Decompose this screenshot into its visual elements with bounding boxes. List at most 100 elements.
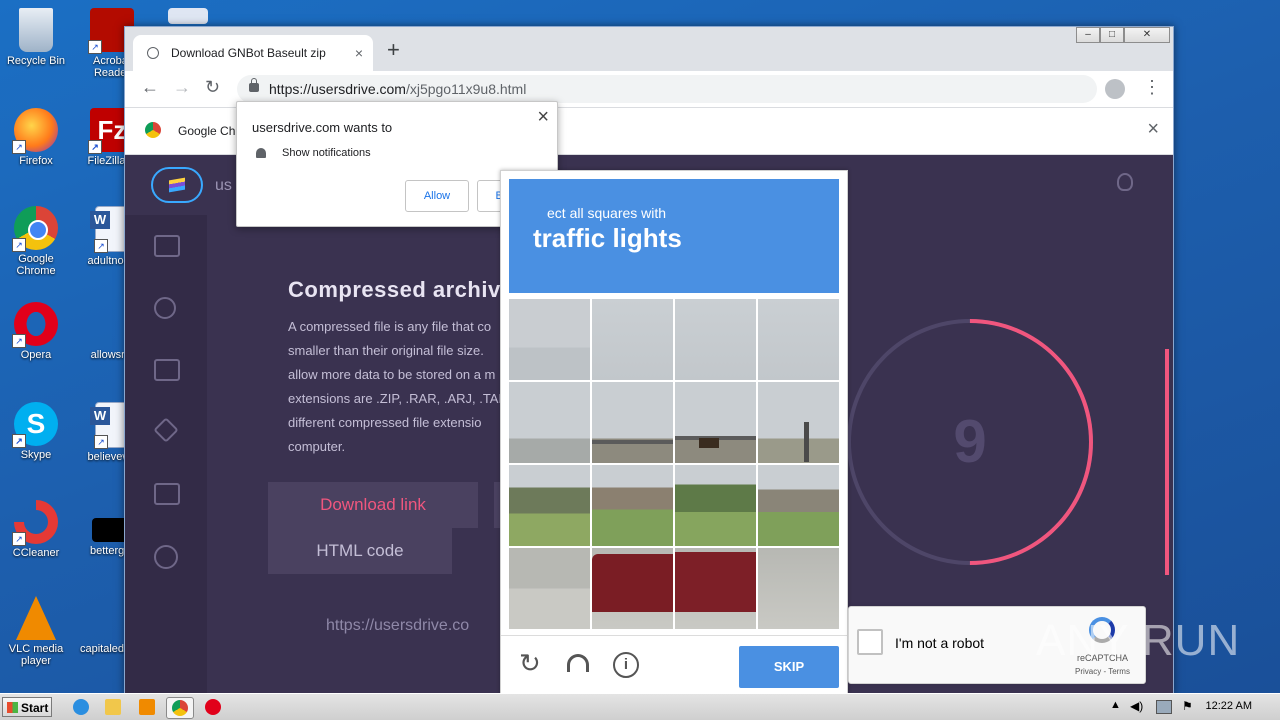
lightbulb-icon[interactable] [1117,173,1133,191]
captcha-tile[interactable] [509,382,590,463]
desktop-icon-label: Google Chrome [16,253,56,277]
captcha-target: traffic lights [533,223,682,253]
tab-active[interactable]: Download GNBot Baseult zip × [133,35,373,71]
network-icon[interactable] [1156,700,1172,714]
captcha-tile[interactable] [509,465,590,546]
info-icon[interactable] [154,545,178,569]
address-bar[interactable]: https://usersdrive.com/xj5pgo11x9u8.html… [237,75,1097,103]
tab-favicon-icon [147,47,159,59]
desktop-icon-label: Opera [20,349,52,361]
allow-button[interactable]: Allow [405,180,469,212]
captcha-tile[interactable] [592,465,673,546]
menu-icon[interactable]: ⋮ [1143,77,1161,98]
chrome-icon: ↗ [12,206,58,252]
chrome-icon [145,122,161,138]
captcha-challenge: ect all squares with traffic lights ↻ i … [500,170,848,694]
desktop-icon-opera[interactable]: ↗ Opera [0,302,74,361]
taskbar-opera-icon[interactable] [200,697,226,717]
ccleaner-icon: ↗ [12,500,58,546]
windows-flag-icon [7,702,18,713]
info-icon[interactable]: i [613,652,639,678]
skip-button[interactable]: SKIP [739,646,839,688]
login-icon[interactable] [154,235,180,257]
captcha-tile[interactable] [592,382,673,463]
recaptcha-links[interactable]: Privacy - Terms [1075,667,1130,676]
news-icon[interactable] [154,359,180,381]
captcha-tile[interactable] [592,299,673,380]
desktop-icon-unknown-doc[interactable] [150,8,226,27]
url-text: https://usersdrive.com/xj5pgo11x9u8.html [269,81,527,97]
recaptcha-checkbox[interactable] [857,629,883,655]
back-icon[interactable]: ← [141,77,159,98]
description-text: A compressed file is any file that co sm… [288,319,512,454]
audio-icon[interactable] [567,654,589,672]
desktop-icon-ccleaner[interactable]: ↗ CCleaner [0,500,74,559]
html-code-button[interactable]: HTML code [268,528,452,574]
volume-icon[interactable]: ◀) [1130,699,1143,713]
desktop-icon-label: CCleaner [12,547,60,559]
close-window-button[interactable]: ✕ [1124,27,1170,43]
captcha-tile[interactable] [758,465,839,546]
desktop-icon-vlc[interactable]: VLC media player [0,596,74,667]
info-bar-text: Google Ch [178,124,236,138]
captcha-tile[interactable] [509,299,590,380]
taskbar-explorer-icon[interactable] [100,697,126,717]
reload-icon[interactable]: ↻ [205,77,220,98]
desktop-icon-label: VLC media player [8,643,64,667]
clock[interactable]: 12:22 AM [1206,700,1252,712]
tab-strip: Download GNBot Baseult zip × + – □ ✕ [125,27,1173,71]
diamond-icon[interactable] [153,417,179,443]
desktop-icon-skype[interactable]: S ↗ Skype [0,402,74,461]
money-icon[interactable] [154,483,180,505]
vlc-cone-icon [16,596,56,640]
desktop-icon-label: Firefox [19,155,53,167]
flag-icon[interactable]: ⚑ [1182,699,1193,713]
taskbar-ie-icon[interactable] [68,697,94,717]
profile-icon[interactable] [1105,79,1125,99]
popup-title: usersdrive.com wants to [252,120,393,135]
download-link-button[interactable]: Download link [268,482,478,528]
captcha-tile[interactable] [592,548,673,629]
start-button[interactable]: Start [2,697,52,717]
site-logo-text: us [215,177,232,194]
recycle-bin-icon [19,8,53,52]
desktop-icon-firefox[interactable]: ↗ Firefox [0,108,74,167]
desktop-icon-chrome[interactable]: ↗ Google Chrome [0,206,74,277]
lock-icon [249,78,259,92]
scroll-accent-bar [1165,349,1169,575]
captcha-instruction: ect all squares with [547,205,667,221]
tray-arrow-icon[interactable]: ▲ [1110,699,1121,711]
captcha-tile[interactable] [758,299,839,380]
tab-close-icon[interactable]: × [355,35,363,71]
captcha-tile[interactable] [675,465,756,546]
captcha-tile[interactable] [758,548,839,629]
captcha-tile[interactable] [758,382,839,463]
side-nav [125,215,207,694]
taskbar-chrome-icon[interactable] [166,697,194,719]
file-icon [80,596,124,640]
captcha-tile[interactable] [509,548,590,629]
popup-close-icon[interactable]: × [537,106,549,129]
desktop-icon-recycle-bin[interactable]: Recycle Bin [0,8,74,67]
captcha-tile[interactable] [675,548,756,629]
opera-icon: ↗ [12,302,58,348]
anyrun-watermark: ANY RUN [1036,616,1241,665]
captcha-tile[interactable] [675,382,756,463]
new-tab-button[interactable]: + [387,37,400,63]
captcha-header: ect all squares with traffic lights [509,179,839,293]
captcha-image-grid [509,299,839,629]
add-user-icon[interactable] [154,297,176,319]
reload-icon[interactable]: ↻ [519,648,541,679]
page-heading: Compressed archive [288,277,514,302]
info-bar-close-icon[interactable]: × [1147,118,1159,141]
taskbar: Start ▲ ◀) ⚑ 12:22 AM [0,693,1280,720]
tab-title: Download GNBot Baseult zip [171,46,326,60]
countdown-ring: 9 [796,268,1144,616]
document-icon [168,8,208,24]
maximize-button[interactable]: □ [1100,27,1124,43]
taskbar-media-player-icon[interactable] [134,697,160,717]
minimize-button[interactable]: – [1076,27,1100,43]
captcha-tile[interactable] [675,299,756,380]
forward-icon[interactable]: → [173,77,191,98]
firefox-icon: ↗ [12,108,58,154]
